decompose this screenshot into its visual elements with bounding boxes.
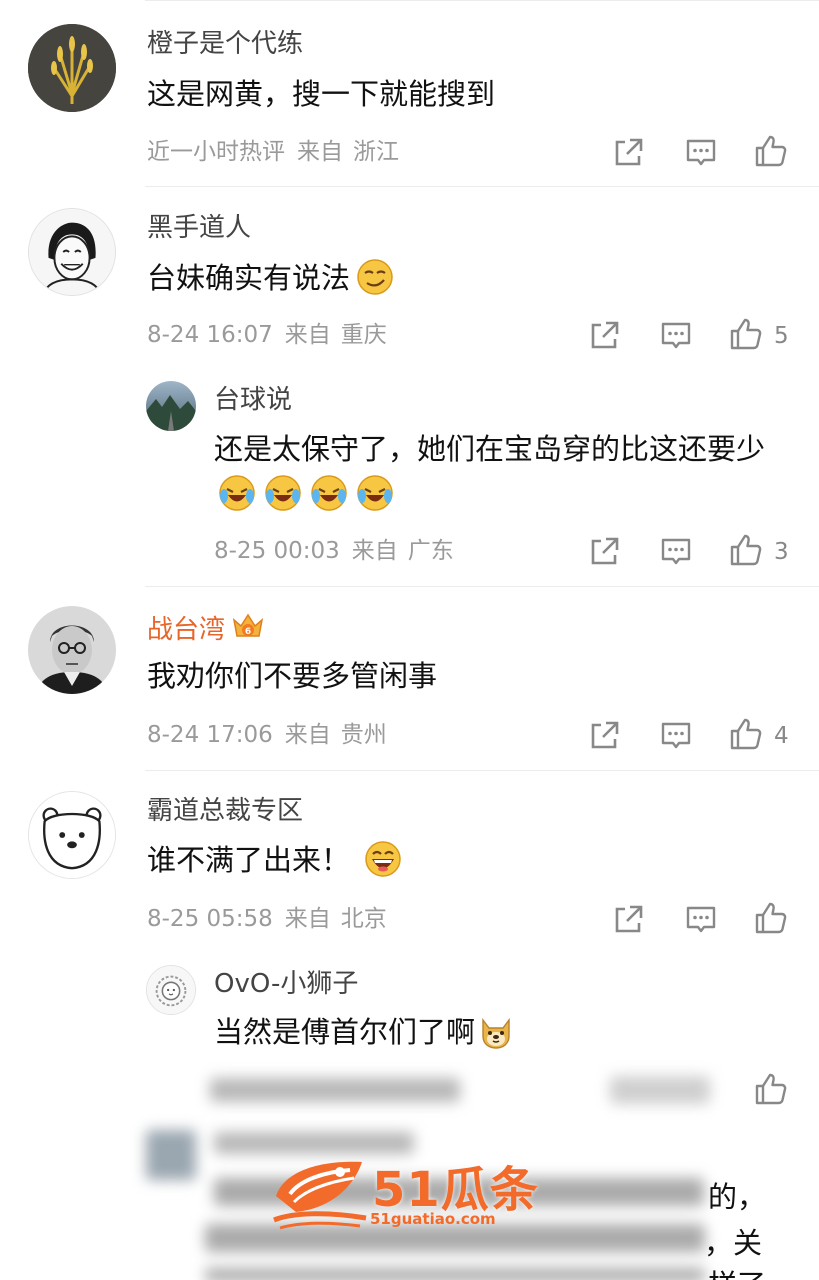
- reply-username[interactable]: 台球说: [214, 384, 292, 416]
- avatar[interactable]: [146, 965, 196, 1015]
- comment-icon[interactable]: [659, 534, 693, 568]
- comment-meta: 8-24 17:06 来自 贵州: [147, 720, 387, 750]
- comment-meta: 近一小时热评 来自 浙江: [147, 137, 399, 167]
- comment-divider: [145, 586, 819, 587]
- from-label: 来自: [351, 538, 398, 564]
- comment-time: 近一小时热评: [147, 139, 285, 165]
- comment-username[interactable]: 霸道总裁专区: [147, 795, 303, 827]
- comment-time: 8-24 16:07: [147, 322, 273, 348]
- blurred-text-tail: 的，: [708, 1180, 767, 1214]
- doge-emoji: [477, 1012, 515, 1050]
- comment-location: 北京: [340, 906, 387, 932]
- comment-time: 8-25 05:58: [147, 906, 273, 932]
- like-count: 3: [774, 539, 789, 565]
- reply-text: 还是太保守了，她们在宝岛穿的比这还要少: [214, 427, 784, 517]
- smirk-emoji: [356, 258, 394, 296]
- watermark: 51瓜条 51guatiao.com: [270, 1150, 560, 1240]
- comment-text: 谁不满了出来！: [147, 838, 402, 883]
- thumbs-up-icon[interactable]: [754, 901, 788, 935]
- avatar[interactable]: [28, 24, 116, 112]
- thumbs-up-icon[interactable]: [729, 317, 763, 351]
- share-icon[interactable]: [588, 718, 622, 752]
- comment-text-content: 谁不满了出来！: [147, 843, 351, 877]
- reply-meta: 8-25 00:03 来自 广东: [214, 536, 454, 566]
- reply-text: 当然是傅首尔们了啊: [214, 1010, 515, 1055]
- comment-text: 我劝你们不要多管闲事: [147, 659, 438, 693]
- like-count: 5: [774, 323, 789, 349]
- thumbs-up-icon[interactable]: [729, 533, 763, 567]
- comment-icon[interactable]: [659, 718, 693, 752]
- thumbs-up-icon[interactable]: [754, 1072, 788, 1106]
- comment-location: 重庆: [340, 322, 387, 348]
- svg-text:6: 6: [245, 627, 251, 637]
- laugh-cry-emoji: [356, 474, 394, 512]
- reply-text-content: 还是太保守了，她们在宝岛穿的比这还要少: [214, 432, 766, 466]
- comment-time: 8-24 17:06: [147, 722, 273, 748]
- from-label: 来自: [284, 322, 331, 348]
- thumbs-up-icon[interactable]: [754, 134, 788, 168]
- laugh-cry-emoji: [264, 474, 302, 512]
- watermark-logo-icon: [273, 1161, 367, 1230]
- from-label: 来自: [297, 139, 343, 165]
- comment-text-content: 台妹确实有说法: [147, 261, 351, 295]
- comment-location: 贵州: [340, 722, 387, 748]
- comment-username[interactable]: 橙子是个代练: [147, 28, 303, 60]
- reply-location: 广东: [407, 538, 454, 564]
- laugh-cry-emoji: [218, 474, 256, 512]
- crown-badge-icon: 6: [232, 613, 264, 637]
- reply-username[interactable]: OvO-小狮子: [214, 968, 358, 1000]
- like-count: 4: [774, 723, 789, 749]
- blurred-text-tail: 样了: [708, 1262, 766, 1280]
- reply-text-content: 当然是傅首尔们了啊: [214, 1015, 476, 1049]
- comment-location: 浙江: [353, 139, 399, 165]
- share-icon[interactable]: [612, 902, 646, 936]
- share-icon[interactable]: [612, 135, 646, 169]
- from-label: 来自: [284, 906, 331, 932]
- comment-icon[interactable]: [659, 318, 693, 352]
- thumbs-up-icon[interactable]: [729, 717, 763, 751]
- top-divider: [145, 0, 819, 1]
- comment-meta: 8-24 16:07 来自 重庆: [147, 320, 387, 350]
- comment-meta: 8-25 05:58 来自 北京: [147, 904, 387, 934]
- comment-divider: [145, 770, 819, 771]
- vip-username: 战台湾: [147, 615, 226, 645]
- share-icon[interactable]: [588, 318, 622, 352]
- blurred-text-tail: ，关: [704, 1226, 763, 1260]
- from-label: 来自: [284, 722, 331, 748]
- watermark-url: 51guatiao.com: [370, 1210, 496, 1228]
- comment-username[interactable]: 战台湾 6: [147, 610, 265, 646]
- comment-icon[interactable]: [684, 902, 718, 936]
- share-icon[interactable]: [588, 534, 622, 568]
- reply-time: 8-25 00:03: [214, 538, 340, 564]
- laugh-cry-emoji: [310, 474, 348, 512]
- grin-emoji: [364, 840, 402, 878]
- comment-divider: [145, 186, 819, 187]
- avatar[interactable]: [28, 208, 116, 296]
- avatar[interactable]: [146, 381, 196, 431]
- avatar[interactable]: [28, 606, 116, 694]
- comment-username[interactable]: 黑手道人: [147, 212, 251, 244]
- comment-text: 台妹确实有说法: [147, 256, 394, 301]
- comment-icon[interactable]: [684, 135, 718, 169]
- avatar[interactable]: [28, 791, 116, 879]
- comment-text: 这是网黄，搜一下就能搜到: [147, 77, 496, 111]
